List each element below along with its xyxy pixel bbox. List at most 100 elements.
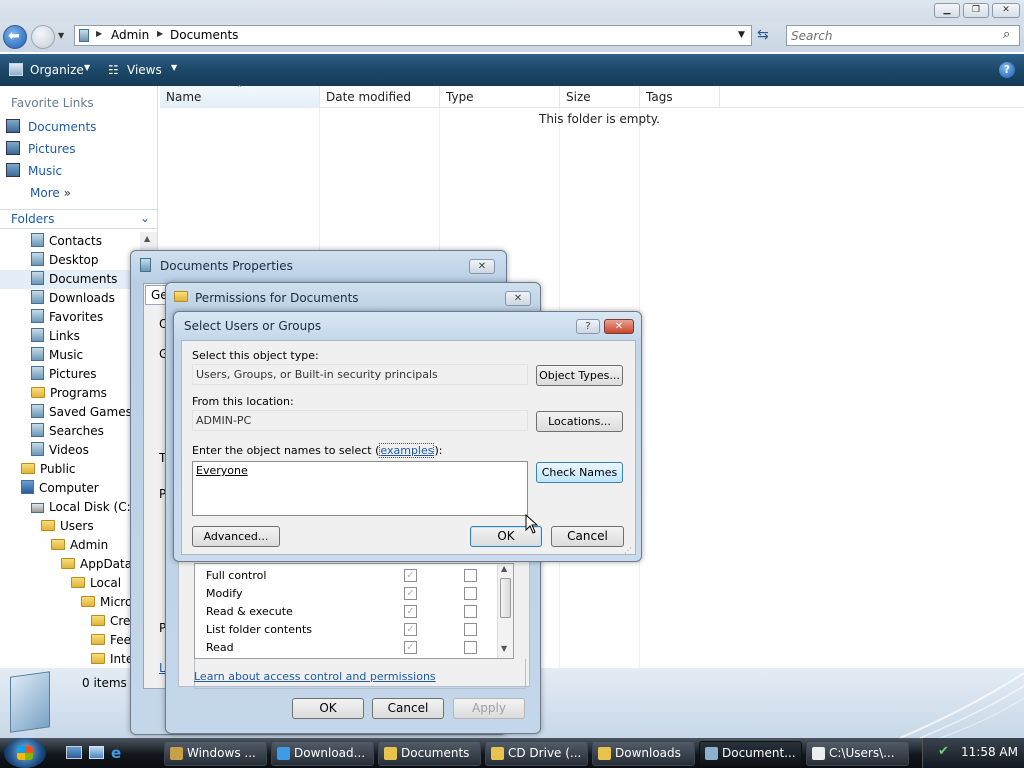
- recent-pages-chevron-icon[interactable]: ▼: [58, 31, 64, 40]
- views-chevron-icon[interactable]: ▼: [171, 63, 177, 72]
- advanced-button[interactable]: Advanced...: [192, 526, 280, 547]
- column-date-modified[interactable]: Date modified: [320, 86, 440, 108]
- folders-collapse-icon[interactable]: ⌄: [140, 211, 150, 225]
- tree-item-label: Pictures: [49, 367, 97, 381]
- organize-chevron-icon[interactable]: ▼: [84, 63, 90, 72]
- properties-icon: [140, 258, 151, 272]
- back-arrow-icon: ⬅: [8, 28, 20, 44]
- user-folder-icon: [31, 442, 44, 456]
- start-button[interactable]: [4, 738, 46, 768]
- minimize-button[interactable]: ▁: [934, 3, 960, 18]
- tree-item-label: Fee: [110, 633, 132, 647]
- column-size[interactable]: Size: [560, 86, 640, 108]
- permissions-close-button[interactable]: ✕: [505, 291, 531, 306]
- switch-windows-icon[interactable]: [89, 746, 104, 759]
- taskbar-button[interactable]: Download...: [271, 741, 374, 766]
- object-names-label-suffix: ):: [434, 444, 443, 457]
- clock[interactable]: 11:58 AM: [961, 745, 1018, 759]
- user-folder-icon: [31, 252, 44, 266]
- examples-link[interactable]: examples: [379, 443, 435, 458]
- allow-checkbox[interactable]: ✓: [404, 605, 417, 618]
- taskbar-button[interactable]: Document...: [699, 741, 802, 766]
- object-names-label-text: Enter the object names to select (: [192, 444, 380, 457]
- breadcrumb-separator-icon: ▶: [96, 29, 103, 38]
- taskbar-button[interactable]: CD Drive (...: [485, 741, 588, 766]
- taskbar-button[interactable]: C:\Users\...: [806, 741, 909, 766]
- deny-checkbox[interactable]: [464, 587, 477, 600]
- locations-button[interactable]: Locations...: [536, 411, 623, 432]
- allow-checkbox[interactable]: ✓: [404, 623, 417, 636]
- scroll-thumb[interactable]: [500, 578, 511, 618]
- select-users-close-button[interactable]: ✕: [604, 319, 634, 334]
- scroll-down-icon[interactable]: ▼: [501, 644, 507, 653]
- more-label: More: [30, 186, 60, 200]
- tab-general[interactable]: Ge: [145, 285, 168, 305]
- breadcrumb-documents[interactable]: Documents: [170, 28, 238, 42]
- permissions-scrollbar[interactable]: ▲ ▼: [497, 564, 513, 658]
- learn-permissions-link[interactable]: Learn about access control and permissio…: [194, 670, 436, 683]
- scroll-up-icon[interactable]: ▲: [501, 564, 507, 573]
- search-icon[interactable]: ⌕: [1003, 27, 1010, 42]
- forward-button[interactable]: [31, 25, 55, 49]
- check-names-button[interactable]: Check Names: [536, 462, 623, 483]
- deny-checkbox[interactable]: [464, 605, 477, 618]
- 7zip-icon: [812, 747, 825, 760]
- deny-checkbox[interactable]: [464, 641, 477, 654]
- favorite-link-label: Pictures: [28, 142, 76, 156]
- address-dropdown-icon[interactable]: ▼: [738, 30, 745, 40]
- refresh-icon[interactable]: ⇆: [757, 27, 769, 43]
- favorite-link-pictures[interactable]: Pictures: [6, 139, 76, 159]
- folder-icon: [384, 747, 397, 760]
- help-icon[interactable]: ?: [999, 62, 1015, 78]
- drive-icon: [31, 503, 44, 513]
- command-toolbar: Organize ▼ ☷ Views ▼ ?: [0, 54, 1024, 86]
- resize-grip-icon[interactable]: ⋰: [624, 546, 632, 555]
- organize-button[interactable]: Organize: [30, 63, 84, 77]
- more-chevron-icon: »: [63, 186, 71, 200]
- views-button[interactable]: Views: [127, 63, 162, 77]
- taskbar-button[interactable]: Downloads: [592, 741, 695, 766]
- dialog-help-button[interactable]: ?: [576, 319, 600, 334]
- maximize-button[interactable]: ❐: [963, 3, 989, 18]
- permissions-cancel-button[interactable]: Cancel: [372, 698, 444, 719]
- taskbar-button[interactable]: Windows ...: [164, 741, 267, 766]
- address-bar[interactable]: ▶ Admin ▶ Documents ▼: [74, 25, 752, 46]
- object-names-input[interactable]: Everyone: [192, 461, 528, 516]
- permission-name: Full control: [206, 569, 267, 582]
- breadcrumb-admin[interactable]: Admin: [111, 28, 149, 42]
- permissions-ok-button[interactable]: OK: [292, 698, 364, 719]
- show-desktop-icon[interactable]: [66, 746, 82, 759]
- allow-checkbox[interactable]: ✓: [404, 587, 417, 600]
- folder-icon: [91, 634, 105, 645]
- user-folder-icon: [31, 233, 44, 247]
- column-type[interactable]: Type: [440, 86, 560, 108]
- taskbar-button-label: Document...: [722, 746, 796, 760]
- empty-folder-message: This folder is empty.: [539, 112, 660, 126]
- favorite-link-documents[interactable]: Documents: [6, 117, 96, 137]
- permission-row: List folder contents ✓: [196, 621, 496, 639]
- deny-checkbox[interactable]: [464, 623, 477, 636]
- internet-explorer-icon[interactable]: e: [111, 744, 121, 762]
- properties-close-button[interactable]: ✕: [469, 259, 495, 274]
- select-users-dialog: Select Users or Groups ? ✕ Select this o…: [173, 311, 642, 562]
- back-button[interactable]: ⬅: [3, 25, 27, 49]
- favorite-link-music[interactable]: Music: [6, 161, 62, 181]
- column-tags[interactable]: Tags: [640, 86, 720, 108]
- permissions-apply-button[interactable]: Apply: [453, 698, 525, 719]
- user-folder-icon: [31, 271, 44, 285]
- select-users-cancel-button[interactable]: Cancel: [551, 526, 624, 547]
- more-link[interactable]: More »: [30, 183, 71, 203]
- close-window-button[interactable]: ✕: [992, 3, 1020, 18]
- object-types-button[interactable]: Object Types...: [536, 365, 623, 386]
- search-input[interactable]: Search ⌕: [786, 25, 1020, 46]
- allow-checkbox[interactable]: ✓: [404, 641, 417, 654]
- notification-area: ✔ 11:58 AM: [922, 738, 1024, 768]
- allow-checkbox[interactable]: ✓: [404, 569, 417, 582]
- tree-item[interactable]: Contacts: [0, 232, 157, 251]
- deny-checkbox[interactable]: [464, 569, 477, 582]
- scroll-up-icon[interactable]: ▲: [144, 234, 150, 243]
- user-folder-icon: [31, 423, 44, 437]
- network-icon[interactable]: ✔: [938, 744, 949, 759]
- taskbar-button[interactable]: Documents: [378, 741, 481, 766]
- folders-header[interactable]: Folders ⌄: [0, 209, 157, 229]
